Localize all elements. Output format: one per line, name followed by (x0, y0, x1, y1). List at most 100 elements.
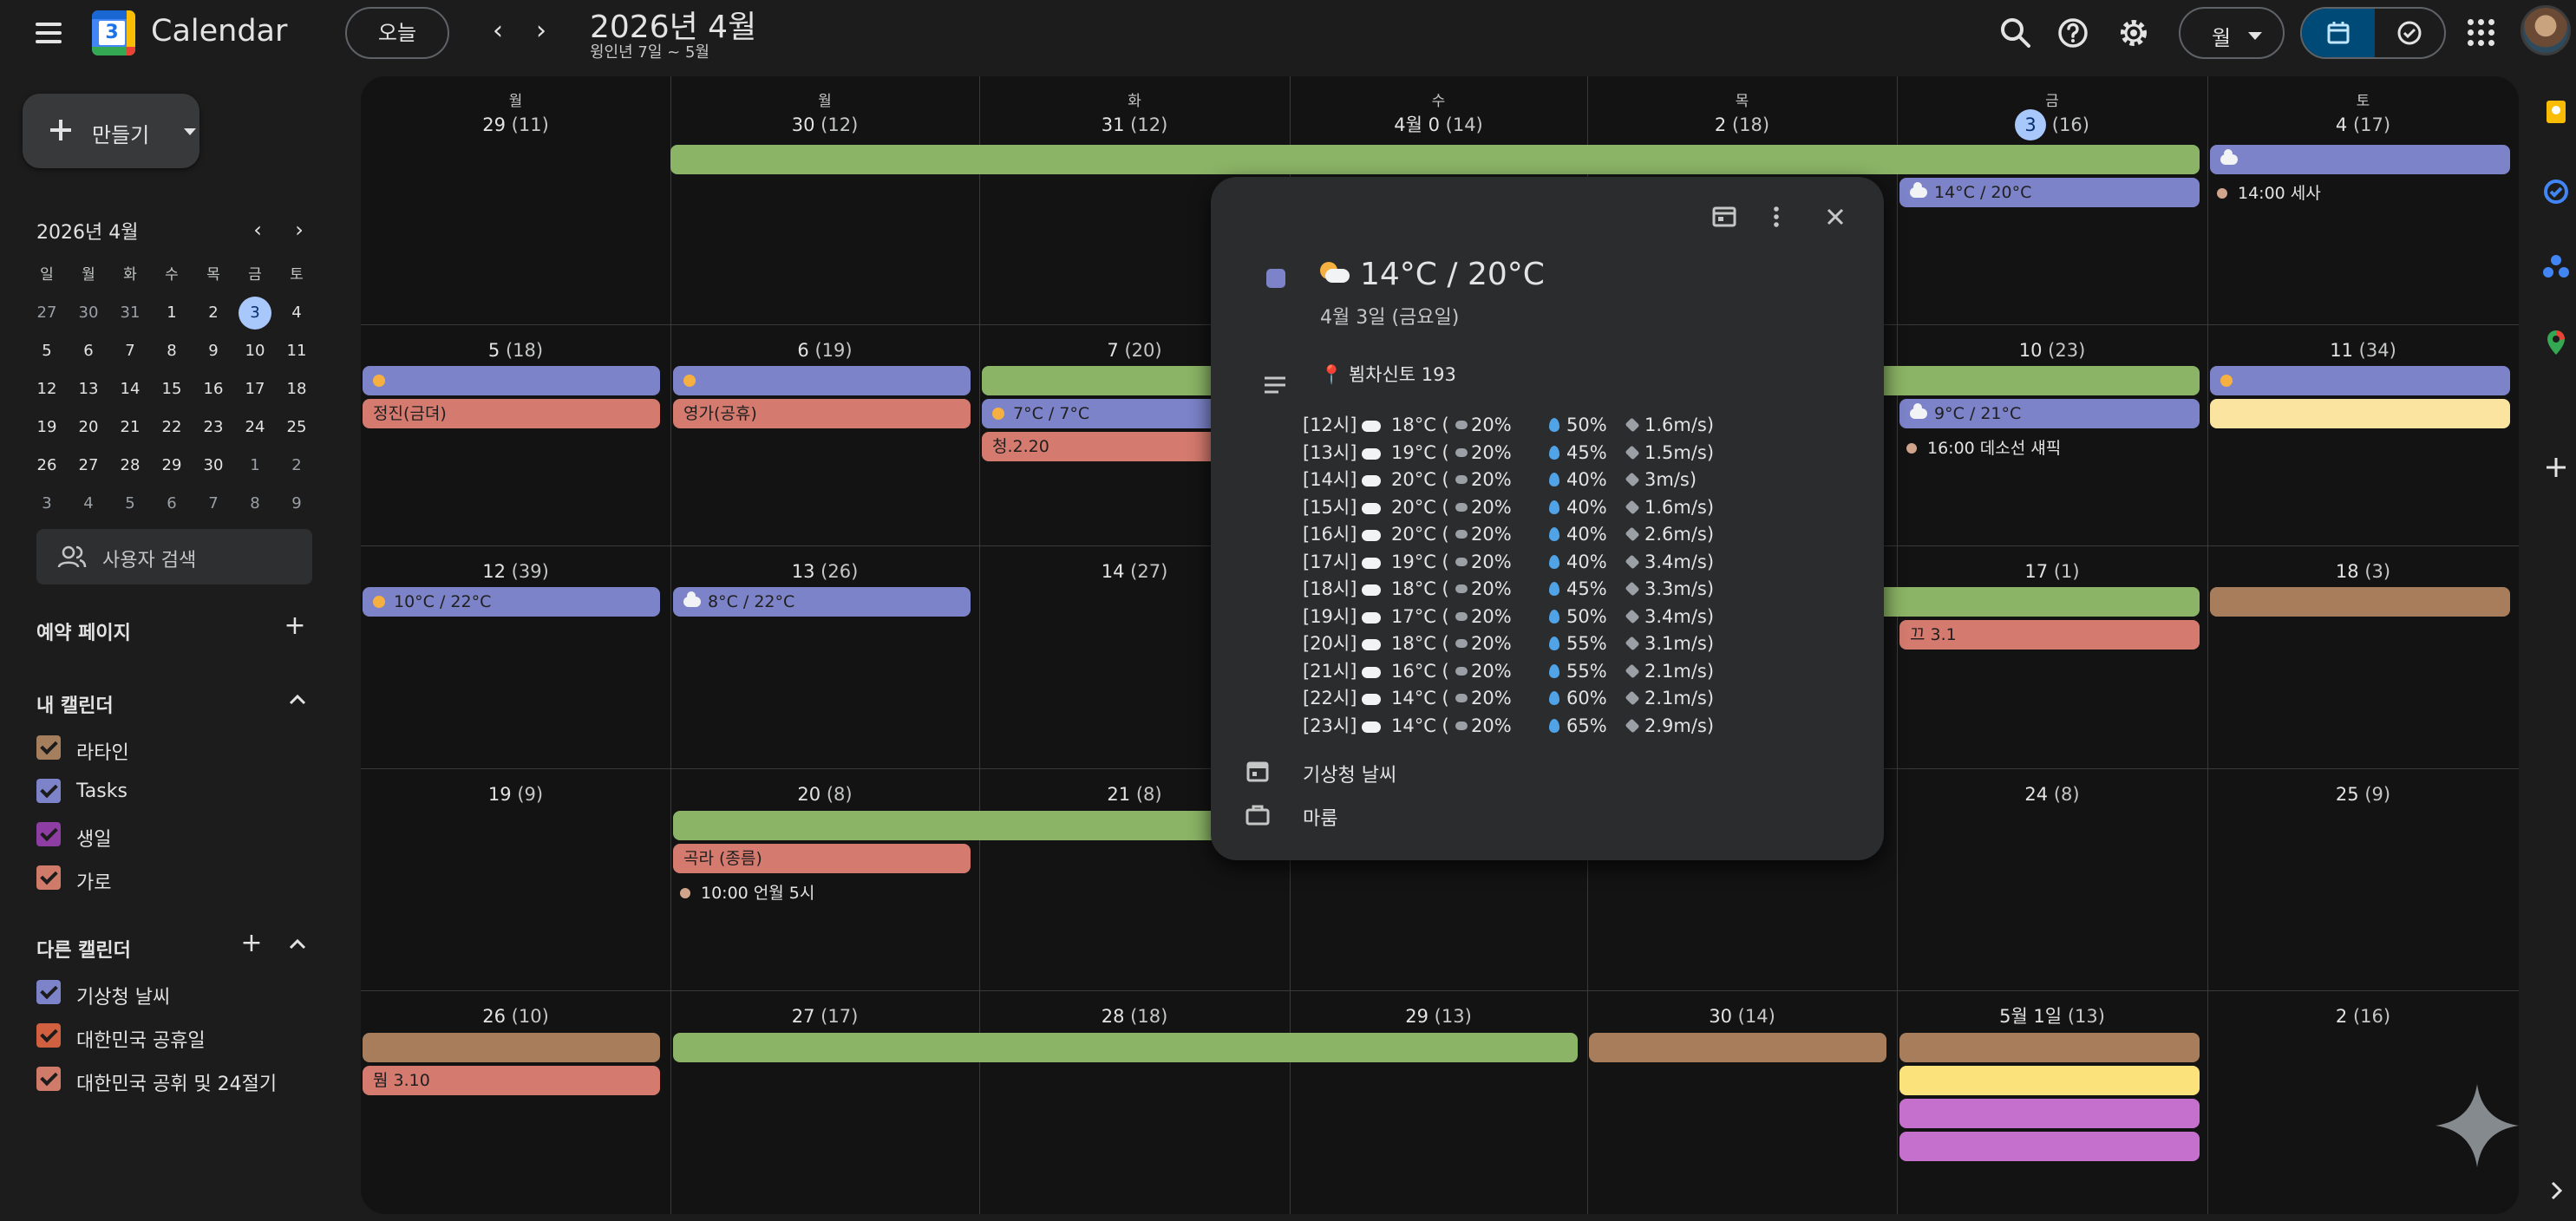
checkbox[interactable] (36, 1067, 61, 1091)
mini-day[interactable]: 14 (109, 371, 151, 408)
mini-day[interactable]: 4 (276, 295, 317, 331)
view-selector[interactable]: 월 (2179, 7, 2285, 59)
chevron-up-icon[interactable] (284, 931, 311, 957)
avatar[interactable] (2520, 5, 2571, 56)
mini-day[interactable]: 9 (276, 486, 317, 522)
mini-day[interactable]: 23 (193, 409, 234, 446)
day-number[interactable]: 13 (26) (670, 556, 979, 587)
day-number[interactable]: 18 (3) (2207, 556, 2519, 587)
mini-day[interactable]: 20 (68, 409, 109, 446)
holiday-event[interactable]: 곡라 (종름) (673, 844, 971, 873)
mini-day[interactable]: 28 (109, 447, 151, 484)
day-number[interactable]: 24 (8) (1897, 779, 2207, 810)
mini-day[interactable]: 17 (234, 371, 276, 408)
mini-day[interactable]: 5 (26, 333, 68, 369)
weather-event[interactable] (2210, 366, 2510, 395)
mini-day[interactable]: 31 (109, 295, 151, 331)
day-number[interactable]: 10 (23) (1897, 335, 2207, 366)
timed-event[interactable]: 16:00 데소선 섀픽 (1906, 435, 2061, 459)
day-number[interactable]: 17 (1) (1897, 556, 2207, 587)
apps-icon[interactable] (2468, 19, 2495, 47)
multi-day-event[interactable] (1835, 366, 2200, 395)
weather-event[interactable] (673, 366, 971, 395)
day-number[interactable]: 11 (34) (2207, 335, 2519, 366)
day-number[interactable]: 31 (12) (979, 109, 1290, 140)
holiday-event[interactable]: 영가(공휴) (673, 399, 971, 428)
day-number[interactable]: 5 (18) (361, 335, 670, 366)
mini-day[interactable]: 3 (234, 295, 276, 331)
checkbox[interactable] (36, 980, 61, 1004)
day-number[interactable]: 19 (9) (361, 779, 670, 810)
mini-day[interactable]: 15 (151, 371, 193, 408)
weather-event[interactable]: 7°C / 7°C (982, 399, 1242, 428)
mini-day[interactable]: 10 (234, 333, 276, 369)
checkbox[interactable] (36, 779, 61, 803)
day-number[interactable]: 2 (18) (1587, 109, 1897, 140)
calendar-logo-icon[interactable]: 3 (92, 10, 135, 56)
day-number[interactable]: 4 (17) (2207, 109, 2519, 140)
previous-period-button[interactable]: ‹ (481, 14, 515, 49)
calendar-list-item[interactable]: 라타인 (36, 730, 331, 765)
contacts-icon[interactable] (2541, 251, 2571, 281)
mini-day[interactable]: 6 (68, 333, 109, 369)
personal-event[interactable] (363, 1033, 660, 1062)
day-number[interactable]: 29 (11) (361, 109, 670, 140)
multi-day-event[interactable] (673, 1033, 1578, 1062)
day-number[interactable]: 30 (12) (670, 109, 979, 140)
mini-next-month-button[interactable]: › (286, 217, 312, 243)
mini-day[interactable]: 13 (68, 371, 109, 408)
mini-day[interactable]: 9 (193, 333, 234, 369)
weather-event[interactable] (363, 366, 660, 395)
calendar-view-button[interactable] (2302, 9, 2375, 57)
mini-day[interactable]: 4 (68, 486, 109, 522)
mini-day[interactable]: 8 (234, 486, 276, 522)
mini-day[interactable]: 3 (26, 486, 68, 522)
mini-day[interactable]: 25 (276, 409, 317, 446)
next-period-button[interactable]: › (524, 14, 559, 49)
day-number[interactable]: 28 (18) (979, 1001, 1290, 1032)
close-icon[interactable] (1818, 199, 1853, 234)
mini-day[interactable]: 30 (68, 295, 109, 331)
mini-day[interactable]: 26 (26, 447, 68, 484)
tasks-view-button[interactable] (2375, 9, 2444, 57)
multi-day-event[interactable] (670, 145, 2200, 174)
mini-prev-month-button[interactable]: ‹ (245, 217, 271, 243)
holiday-event[interactable]: 끄 3.1 (1899, 620, 2200, 650)
day-number[interactable]: 4월 0 (14) (1290, 109, 1587, 140)
checkbox[interactable] (36, 735, 61, 760)
day-number[interactable]: 6 (19) (670, 335, 979, 366)
weather-event[interactable]: 14°C / 20°C (1899, 178, 2200, 207)
calendar-list-item[interactable]: 가로 (36, 860, 331, 895)
day-number[interactable]: 5월 1일 (13) (1897, 1001, 2207, 1032)
day-number[interactable]: 27 (17) (670, 1001, 979, 1032)
create-button[interactable]: 만들기 (23, 94, 199, 168)
mini-day[interactable]: 7 (109, 333, 151, 369)
mini-day[interactable]: 2 (276, 447, 317, 484)
day-number[interactable]: 12 (39) (361, 556, 670, 587)
day-number[interactable]: 25 (9) (2207, 779, 2519, 810)
weather-event[interactable]: 8°C / 22°C (673, 587, 971, 617)
mini-day[interactable]: 18 (276, 371, 317, 408)
weather-event[interactable]: 10°C / 22°C (363, 587, 660, 617)
checkbox[interactable] (36, 822, 61, 846)
more-options-icon[interactable] (1759, 199, 1794, 234)
calendar-list-item[interactable]: 대한민국 공휴일 (36, 1018, 331, 1053)
mini-day[interactable]: 29 (151, 447, 193, 484)
mini-day[interactable]: 8 (151, 333, 193, 369)
gemini-sparkle-icon[interactable] (2434, 1082, 2520, 1169)
birthday-event[interactable] (1899, 1132, 2200, 1161)
mini-day[interactable]: 22 (151, 409, 193, 446)
calendar-list-item[interactable]: 기상청 날씨 (36, 975, 331, 1009)
calendar-list-item[interactable]: Tasks (36, 774, 331, 808)
mini-day[interactable]: 6 (151, 486, 193, 522)
add-other-calendar-button[interactable]: + (236, 928, 267, 959)
solar-term-event[interactable] (1899, 1066, 2200, 1095)
mini-day[interactable]: 2 (193, 295, 234, 331)
mini-day[interactable]: 16 (193, 371, 234, 408)
help-icon[interactable] (2052, 12, 2094, 54)
solar-term-event[interactable] (2210, 399, 2510, 428)
personal-event[interactable] (1589, 1033, 1886, 1062)
mini-day[interactable]: 1 (151, 295, 193, 331)
weather-event[interactable] (2210, 145, 2510, 174)
today-button[interactable]: 오늘 (345, 7, 449, 59)
